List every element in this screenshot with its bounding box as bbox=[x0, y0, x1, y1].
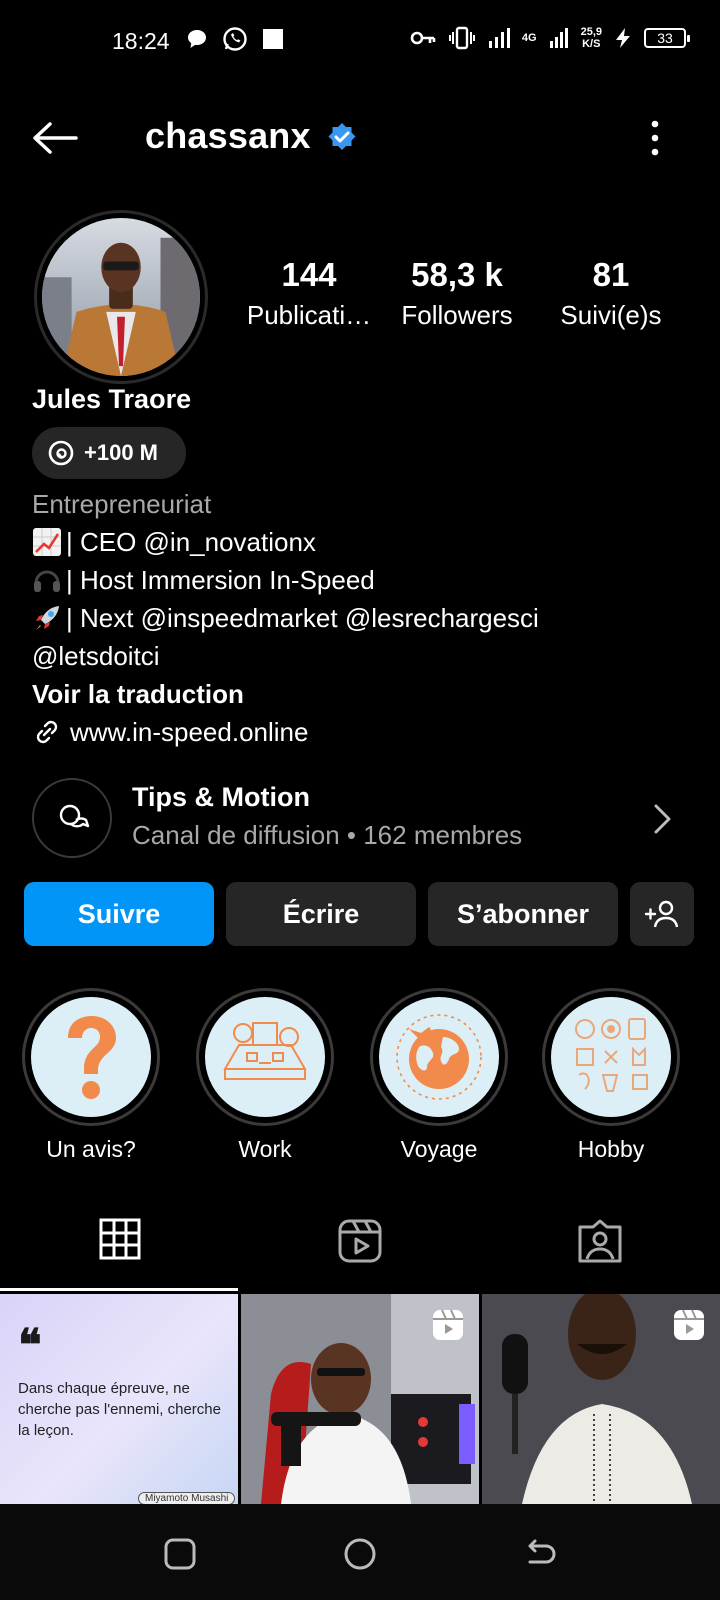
channel-title: Tips & Motion bbox=[132, 782, 310, 812]
recent-apps-icon[interactable] bbox=[162, 1536, 198, 1572]
profile-tabs bbox=[0, 1206, 720, 1292]
tagged-person-icon bbox=[578, 1219, 622, 1263]
stat-posts[interactable]: 144 Publicati… bbox=[240, 256, 378, 331]
reels-icon bbox=[338, 1219, 382, 1263]
vpn-key-icon bbox=[410, 31, 436, 45]
highlight-work[interactable]: Work bbox=[196, 988, 334, 1163]
signal-icon bbox=[488, 28, 510, 48]
profile-bio: Entrepreneuriat | CEO @in_novationx | Ho… bbox=[32, 485, 539, 751]
battery-indicator: 33 bbox=[644, 28, 690, 48]
tab-reels[interactable] bbox=[240, 1206, 480, 1292]
hobbies-icon bbox=[575, 1018, 648, 1092]
network-speed: 25,9 K/S bbox=[580, 26, 602, 50]
rocket-emoji-icon bbox=[36, 606, 59, 630]
follow-button[interactable]: Suivre bbox=[24, 882, 214, 946]
bio-line-handle[interactable]: @letsdoitci bbox=[32, 637, 539, 675]
broadcast-channel-card[interactable]: Tips & Motion Canal de diffusion • 162 m… bbox=[32, 778, 688, 860]
story-highlights: Un avis? Work Voyage Hobby bbox=[22, 988, 702, 1168]
avatar-photo bbox=[42, 218, 200, 376]
status-time: 18:24 bbox=[112, 28, 170, 54]
profile-stats: 144 Publicati… 58,3 k Followers 81 Suivi… bbox=[240, 256, 690, 331]
bio-line-host: | Host Immersion In-Speed bbox=[66, 565, 375, 595]
highlight-label: Voyage bbox=[400, 1136, 478, 1162]
highlight-label: Hobby bbox=[577, 1136, 645, 1162]
whatsapp-icon bbox=[223, 27, 247, 51]
question-mark-icon bbox=[68, 1016, 116, 1099]
active-tab-indicator bbox=[0, 1288, 238, 1291]
display-name: Jules Traore bbox=[32, 384, 192, 414]
page-title: chassanx bbox=[145, 115, 311, 156]
chevron-right-icon bbox=[654, 804, 671, 834]
message-bubble-icon bbox=[188, 30, 206, 48]
highlight-label: Work bbox=[238, 1136, 292, 1162]
post-thumbnail-quote[interactable]: ❝ Dans chaque épreuve, ne cherche pas l'… bbox=[0, 1294, 238, 1504]
meeting-table-icon bbox=[223, 1022, 307, 1080]
vibrate-icon bbox=[448, 26, 475, 50]
grid-icon bbox=[99, 1218, 141, 1260]
chart-increasing-emoji-icon bbox=[33, 528, 61, 556]
posts-grid: ❝ Dans chaque épreuve, ne cherche pas l'… bbox=[0, 1294, 720, 1504]
post-thumbnail-podcast[interactable] bbox=[241, 1294, 479, 1504]
quote-mark: ❝ bbox=[18, 1320, 42, 1371]
website-url: www.in-speed.online bbox=[70, 717, 309, 747]
charging-icon bbox=[616, 28, 630, 48]
threads-badge[interactable]: +100 M bbox=[32, 427, 186, 479]
link-icon bbox=[36, 720, 58, 744]
bio-category: Entrepreneuriat bbox=[32, 489, 212, 519]
headphones-emoji-icon bbox=[34, 570, 60, 592]
threads-icon bbox=[48, 440, 74, 466]
reel-badge-icon bbox=[674, 1309, 704, 1340]
website-link[interactable]: www.in-speed.online bbox=[32, 713, 539, 751]
tab-posts-grid[interactable] bbox=[0, 1206, 240, 1292]
message-button[interactable]: Écrire bbox=[226, 882, 416, 946]
signal-icon-2 bbox=[549, 28, 568, 48]
highlight-un-avis[interactable]: Un avis? bbox=[22, 988, 160, 1163]
translate-link[interactable]: Voir la traduction bbox=[32, 675, 539, 713]
quote-author: Miyamoto Musashi bbox=[138, 1492, 236, 1504]
more-options-icon[interactable] bbox=[640, 116, 670, 160]
home-icon[interactable] bbox=[342, 1536, 378, 1572]
profile-header: chassanx bbox=[0, 110, 720, 166]
verified-badge-icon bbox=[328, 123, 356, 150]
post-thumbnail-portrait[interactable] bbox=[482, 1294, 720, 1504]
add-person-icon bbox=[644, 900, 679, 928]
globe-plane-icon bbox=[396, 1014, 482, 1100]
highlight-label: Un avis? bbox=[46, 1136, 136, 1162]
threads-count: +100 M bbox=[84, 440, 158, 465]
highlight-voyage[interactable]: Voyage bbox=[370, 988, 508, 1163]
stat-followers[interactable]: 58,3 k Followers bbox=[382, 256, 532, 331]
subscribe-button[interactable]: S’abonner bbox=[428, 882, 618, 946]
status-bar: 18:24 4G 25,9 K/S 33 bbox=[0, 0, 720, 80]
profile-avatar[interactable] bbox=[34, 210, 208, 384]
quote-text: Dans chaque épreuve, ne cherche pas l'en… bbox=[18, 1380, 221, 1439]
back-nav-icon[interactable] bbox=[522, 1536, 558, 1572]
highlight-hobby[interactable]: Hobby bbox=[542, 988, 680, 1163]
broadcast-channel-icon bbox=[32, 778, 112, 858]
suggested-users-button[interactable] bbox=[630, 882, 694, 946]
notification-square-icon bbox=[263, 29, 283, 49]
network-type: 4G bbox=[521, 31, 537, 44]
back-arrow-icon[interactable] bbox=[30, 118, 80, 158]
system-navigation-bar bbox=[0, 1504, 720, 1600]
bio-line-next: | Next @inspeedmarket @lesrechargesci bbox=[66, 603, 539, 633]
bio-line-ceo: | CEO @in_novationx bbox=[66, 527, 316, 557]
stat-following[interactable]: 81 Suivi(e)s bbox=[536, 256, 686, 331]
profile-actions: Suivre Écrire S’abonner bbox=[24, 882, 696, 946]
reel-badge-icon bbox=[433, 1309, 463, 1340]
tab-tagged[interactable] bbox=[480, 1206, 720, 1292]
channel-subtitle: Canal de diffusion • 162 membres bbox=[132, 820, 523, 850]
